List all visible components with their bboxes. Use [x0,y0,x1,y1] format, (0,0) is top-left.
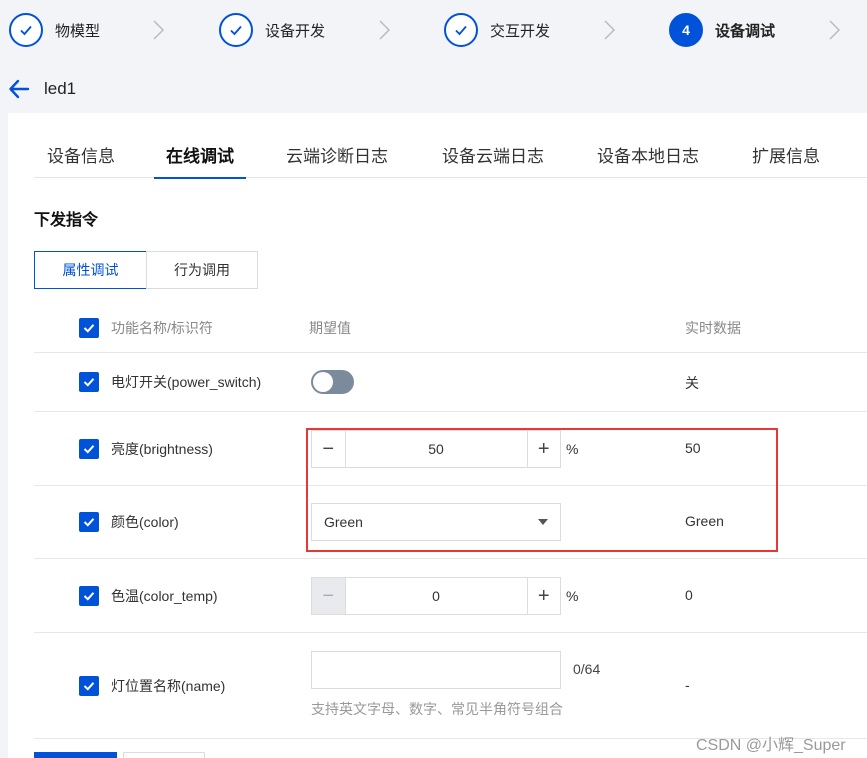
increment-button[interactable]: + [526,431,560,467]
header-expected: 期望值 [309,320,351,336]
step-label: 设备调试 [715,22,776,40]
property-name: 颜色(color) [111,514,179,530]
arrow-left-icon[interactable] [8,78,30,100]
action-buttons [34,752,205,758]
sub-tab-group: 属性调试 行为调用 [34,251,258,289]
check-icon [83,682,95,691]
row-checkbox[interactable] [79,512,99,532]
chevron-right-icon [604,20,616,40]
content-panel: 设备信息 在线调试 云端诊断日志 设备云端日志 设备本地日志 扩展信息 下发指令… [8,113,867,758]
row-checkbox[interactable] [79,676,99,696]
property-name: 亮度(brightness) [111,441,213,457]
tab-extension-info[interactable]: 扩展信息 [752,133,820,178]
table-row: 颜色(color) Green Green [34,486,867,559]
decrement-button[interactable]: − [312,578,346,614]
color-select[interactable]: Green [311,503,561,541]
tab-bar: 设备信息 在线调试 云端诊断日志 设备云端日志 设备本地日志 扩展信息 [34,133,867,179]
input-hint: 支持英文字母、数字、常见半角符号组合 [311,701,563,717]
select-value: Green [324,514,363,530]
sub-tab-action-call[interactable]: 行为调用 [146,251,258,289]
steps-bar: 物模型 设备开发 交互开发 4 设备调试 [0,0,867,62]
table-header: 功能名称/标识符 期望值 实时数据 [34,303,867,353]
chevron-right-icon [153,20,165,40]
step-label: 设备开发 [265,22,326,40]
step-label: 物模型 [55,22,101,40]
realtime-value: 0 [685,587,693,603]
check-icon [83,324,95,333]
table-row: 灯位置名称(name) 0/64 支持英文字母、数字、常见半角符号组合 - [34,633,867,739]
select-all-checkbox[interactable] [79,318,99,338]
tab-online-debug[interactable]: 在线调试 [154,133,246,179]
row-checkbox[interactable] [79,372,99,392]
watermark: CSDN @小辉_Super [696,737,846,754]
page-header: led1 [8,76,76,102]
table-row: 色温(color_temp) − + % 0 [34,559,867,633]
toggle-knob [313,372,333,392]
section-title: 下发指令 [34,212,99,229]
check-icon [83,592,95,601]
check-icon [83,518,95,527]
brightness-stepper: − + [311,430,561,468]
check-icon [219,13,253,47]
decrement-button[interactable]: − [312,431,346,467]
brightness-input[interactable] [345,431,527,467]
step-label: 交互开发 [490,22,551,40]
color-temp-input[interactable] [345,578,527,614]
chevron-right-icon [379,20,391,40]
step-device-dev[interactable]: 设备开发 [219,12,325,48]
step-device-debug[interactable]: 4 设备调试 [669,12,775,48]
header-name: 功能名称/标识符 [111,320,213,336]
table-row: 亮度(brightness) − + % 50 [34,412,867,486]
unit-label: % [566,588,579,604]
check-icon [444,13,478,47]
header-realtime: 实时数据 [685,320,741,336]
power-switch-toggle[interactable] [311,370,354,394]
check-icon [83,445,95,454]
color-temp-stepper: − + [311,577,561,615]
step-number-badge: 4 [669,13,703,47]
check-icon [83,378,95,387]
sub-tab-property-debug[interactable]: 属性调试 [34,251,147,289]
row-checkbox[interactable] [79,439,99,459]
reset-button[interactable] [123,752,205,758]
step-thing-model[interactable]: 物模型 [9,12,100,48]
device-title: led1 [44,79,77,98]
chevron-right-icon [829,20,841,40]
tab-device-local-log[interactable]: 设备本地日志 [597,133,699,178]
property-name: 灯位置名称(name) [111,678,226,694]
property-name: 电灯开关(power_switch) [111,374,262,390]
light-name-input[interactable] [311,651,561,689]
step-interaction-dev[interactable]: 交互开发 [444,12,550,48]
tab-device-cloud-log[interactable]: 设备云端日志 [442,133,544,178]
submit-button[interactable] [34,752,117,758]
property-name: 色温(color_temp) [111,588,218,604]
char-counter: 0/64 [573,661,601,677]
tab-device-info[interactable]: 设备信息 [47,133,115,178]
realtime-value: - [685,677,690,693]
realtime-value: Green [685,513,724,529]
table-row: 电灯开关(power_switch) 关 [34,353,867,412]
realtime-value: 50 [685,440,701,456]
increment-button[interactable]: + [526,578,560,614]
row-checkbox[interactable] [79,586,99,606]
tab-cloud-diagnosis-log[interactable]: 云端诊断日志 [286,133,388,178]
check-icon [9,13,43,47]
caret-down-icon [538,519,548,525]
unit-label: % [566,441,579,457]
realtime-value: 关 [685,375,699,391]
